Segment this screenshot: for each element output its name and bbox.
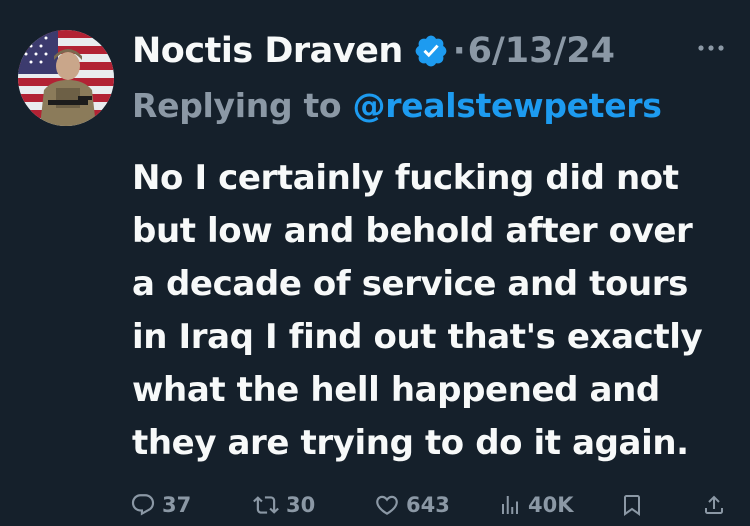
- reply-button[interactable]: 37: [130, 488, 191, 522]
- tweet-header: Noctis Draven · 6/13/24: [132, 26, 615, 76]
- action-bar: 37 30 643 40K: [130, 488, 740, 522]
- views-count: 40K: [528, 493, 574, 517]
- replying-to-line: Replying to @realstewpeters: [132, 86, 662, 125]
- tweet-text-line: a decade of service and tours: [132, 264, 688, 304]
- reply-handle-link[interactable]: @realstewpeters: [353, 86, 662, 125]
- tweet-date[interactable]: 6/13/24: [468, 31, 615, 71]
- tweet-text-line: No I certainly fucking did not: [132, 158, 679, 198]
- views-button[interactable]: 40K: [498, 488, 574, 522]
- verified-badge-icon: [413, 33, 449, 69]
- bookmark-button[interactable]: [620, 488, 650, 522]
- more-dots-icon[interactable]: [694, 38, 728, 58]
- bookmark-icon: [624, 495, 640, 516]
- tweet-card: Noctis Draven · 6/13/24 Replying to @rea…: [0, 0, 750, 526]
- like-count: 643: [406, 493, 450, 517]
- author-name[interactable]: Noctis Draven: [132, 31, 403, 71]
- share-icon: [705, 495, 723, 514]
- heart-icon: [376, 495, 398, 515]
- avatar[interactable]: [18, 30, 114, 126]
- replying-to-label: Replying to: [132, 86, 353, 125]
- like-button[interactable]: 643: [374, 488, 450, 522]
- separator-dot: ·: [452, 31, 466, 71]
- repost-icon: [253, 496, 279, 514]
- share-button[interactable]: [702, 488, 732, 522]
- tweet-text: No I certainly fucking did not but low a…: [132, 152, 742, 470]
- reply-bubble-icon: [131, 494, 155, 516]
- repost-button[interactable]: 30: [252, 488, 315, 522]
- avatar-image: [18, 30, 114, 126]
- reply-count: 37: [162, 493, 192, 517]
- tweet-text-line: they are trying to do it again.: [132, 423, 689, 463]
- tweet-text-line: but low and behold after over: [132, 211, 693, 251]
- repost-count: 30: [286, 493, 316, 517]
- views-chart-icon: [502, 496, 518, 514]
- tweet-text-line: what the hell happened and: [132, 370, 660, 410]
- tweet-text-line: in Iraq I find out that's exactly: [132, 317, 703, 357]
